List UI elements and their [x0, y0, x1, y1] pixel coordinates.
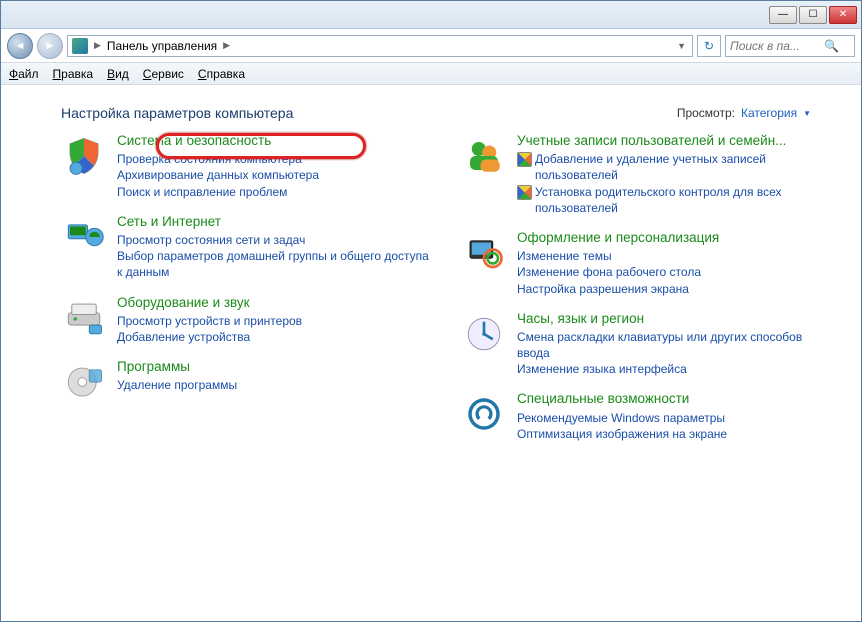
content-area: Настройка параметров компьютера Просмотр… [1, 85, 861, 619]
category-title-link[interactable]: Специальные возможности [517, 391, 689, 407]
chevron-right-icon[interactable]: ▶ [221, 40, 232, 51]
category-item: Часы, язык и регион Смена раскладки клави… [461, 311, 831, 378]
search-input[interactable] [730, 39, 820, 53]
task-link[interactable]: Установка родительского контроля для все… [517, 184, 831, 216]
category-item: Учетные записи пользователей и семейн...… [461, 133, 831, 216]
search-box[interactable]: 🔍 [725, 35, 855, 57]
chevron-down-icon[interactable]: ▼ [675, 41, 688, 51]
task-link[interactable]: Проверка состояния компьютера [117, 151, 431, 167]
category-icon [461, 311, 507, 357]
category-item: Оборудование и звук Просмотр устройств и … [61, 295, 431, 346]
minimize-button[interactable]: — [769, 6, 797, 24]
menubar: Файл Правка Вид Сервис Справка [1, 63, 861, 85]
view-selector: Просмотр: Категория ▼ [677, 106, 811, 120]
task-link[interactable]: Оптимизация изображения на экране [517, 426, 831, 442]
category-icon [461, 391, 507, 437]
close-button[interactable]: ✕ [829, 6, 857, 24]
task-link[interactable]: Удаление программы [117, 377, 431, 393]
chevron-down-icon[interactable]: ▼ [803, 109, 811, 118]
task-link[interactable]: Добавление устройства [117, 329, 431, 345]
menu-tools[interactable]: Сервис [143, 67, 184, 81]
maximize-button[interactable]: ☐ [799, 6, 827, 24]
task-link[interactable]: Изменение фона рабочего стола [517, 264, 831, 280]
address-bar[interactable]: ▶ Панель управления ▶ ▼ [67, 35, 693, 57]
category-icon [461, 230, 507, 276]
category-item: Программы Удаление программы [61, 359, 431, 405]
page-title: Настройка параметров компьютера [61, 105, 293, 121]
category-icon [461, 133, 507, 179]
view-label: Просмотр: [677, 106, 735, 120]
category-item: Сеть и Интернет Просмотр состояния сети и… [61, 214, 431, 281]
category-title-link[interactable]: Часы, язык и регион [517, 311, 644, 327]
control-panel-window: — ☐ ✕ ◄ ► ▶ Панель управления ▶ ▼ ↻ 🔍 Фа… [0, 0, 862, 622]
task-link[interactable]: Рекомендуемые Windows параметры [517, 410, 831, 426]
forward-button[interactable]: ► [37, 33, 63, 59]
task-link[interactable]: Настройка разрешения экрана [517, 281, 831, 297]
control-panel-icon [72, 38, 88, 54]
category-item: Оформление и персонализация Изменение тем… [461, 230, 831, 297]
search-icon: 🔍 [824, 39, 839, 53]
category-title-link[interactable]: Оборудование и звук [117, 295, 250, 311]
category-title-link[interactable]: Система и безопасность [117, 133, 271, 149]
titlebar: — ☐ ✕ [1, 1, 861, 29]
task-link[interactable]: Просмотр устройств и принтеров [117, 313, 431, 329]
breadcrumb-root[interactable]: Панель управления [107, 39, 217, 53]
refresh-button[interactable]: ↻ [697, 35, 721, 57]
task-link[interactable]: Просмотр состояния сети и задач [117, 232, 431, 248]
chevron-right-icon: ▶ [92, 40, 103, 51]
back-button[interactable]: ◄ [7, 33, 33, 59]
task-link[interactable]: Смена раскладки клавиатуры или других сп… [517, 329, 831, 361]
category-title-link[interactable]: Сеть и Интернет [117, 214, 221, 230]
category-icon [61, 133, 107, 179]
category-icon [61, 214, 107, 260]
task-link[interactable]: Добавление и удаление учетных записей по… [517, 151, 831, 183]
menu-view[interactable]: Вид [107, 67, 129, 81]
category-icon [61, 359, 107, 405]
menu-help[interactable]: Справка [198, 67, 245, 81]
category-item: Система и безопасность Проверка состояния… [61, 133, 431, 200]
category-title-link[interactable]: Учетные записи пользователей и семейн... [517, 133, 786, 149]
view-value[interactable]: Категория [741, 106, 797, 120]
navbar: ◄ ► ▶ Панель управления ▶ ▼ ↻ 🔍 [1, 29, 861, 63]
menu-file[interactable]: Файл [9, 67, 39, 81]
task-link[interactable]: Выбор параметров домашней группы и общег… [117, 248, 431, 280]
task-link[interactable]: Изменение темы [517, 248, 831, 264]
category-item: Специальные возможности Рекомендуемые Win… [461, 391, 831, 442]
category-icon [61, 295, 107, 341]
task-link[interactable]: Архивирование данных компьютера [117, 167, 431, 183]
category-title-link[interactable]: Оформление и персонализация [517, 230, 719, 246]
menu-edit[interactable]: Правка [53, 67, 94, 81]
category-title-link[interactable]: Программы [117, 359, 190, 375]
task-link[interactable]: Поиск и исправление проблем [117, 184, 431, 200]
right-column: Учетные записи пользователей и семейн...… [461, 133, 831, 456]
task-link[interactable]: Изменение языка интерфейса [517, 361, 831, 377]
left-column: Система и безопасность Проверка состояния… [61, 133, 431, 456]
